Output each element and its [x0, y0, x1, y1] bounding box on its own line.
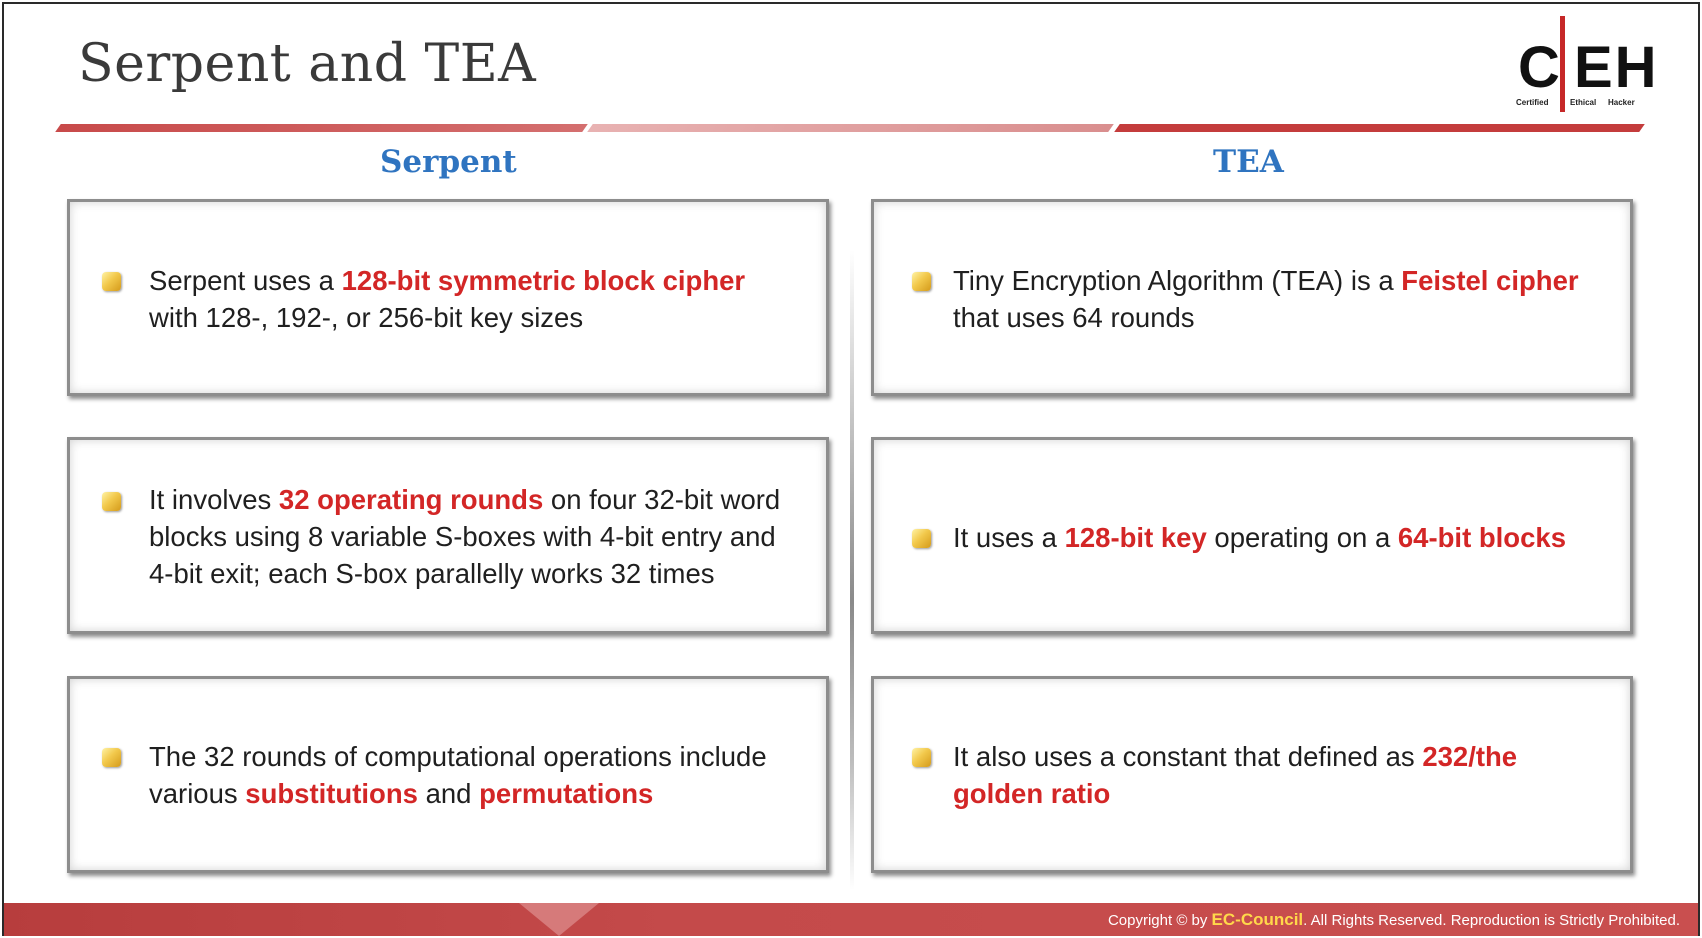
serpent-card-1: Serpent uses a 128-bit symmetric block c…	[67, 199, 829, 396]
logo-sub-hacker: Hacker	[1608, 98, 1635, 107]
serpent-card-2-text: It involves 32 operating rounds on four …	[149, 484, 781, 589]
bullet-icon	[912, 529, 931, 548]
tea-heading: TEA	[1213, 144, 1284, 180]
tea-card-2-text: It uses a 128-bit key operating on a 64-…	[953, 522, 1566, 553]
tea-card-1: Tiny Encryption Algorithm (TEA) is a Fei…	[871, 199, 1633, 396]
serpent-heading: Serpent	[380, 144, 517, 180]
column-divider	[850, 250, 854, 890]
logo-sub-ethical: Ethical	[1570, 98, 1597, 107]
bullet-icon	[102, 492, 121, 511]
logo-red-bar	[1560, 16, 1565, 112]
header-rule-middle	[587, 124, 1114, 132]
logo-eh: EH	[1574, 35, 1659, 100]
bullet-icon	[912, 748, 931, 767]
tea-card-1-text: Tiny Encryption Algorithm (TEA) is a Fei…	[953, 265, 1579, 333]
footer-bar: Copyright © by EC-Council. All Rights Re…	[4, 903, 1698, 936]
slide-title: Serpent and TEA	[78, 34, 537, 94]
footer-notch	[519, 903, 599, 936]
header-rule-left	[55, 124, 588, 132]
bullet-icon	[102, 748, 121, 767]
serpent-card-3-text: The 32 rounds of computational operation…	[149, 741, 767, 809]
bullet-icon	[102, 272, 121, 291]
copyright-text: Copyright © by EC-Council. All Rights Re…	[1107, 910, 1680, 929]
serpent-card-1-text: Serpent uses a 128-bit symmetric block c…	[149, 265, 746, 333]
bullet-icon	[912, 272, 931, 291]
logo-c: C	[1518, 35, 1562, 100]
tea-card-3-text: It also uses a constant that defined as …	[953, 741, 1518, 809]
tea-card-3: It also uses a constant that defined as …	[871, 676, 1633, 873]
serpent-card-3: The 32 rounds of computational operation…	[67, 676, 829, 873]
tea-card-2: It uses a 128-bit key operating on a 64-…	[871, 437, 1633, 634]
ceh-logo: C EH Certified Ethical Hacker	[1512, 14, 1657, 114]
ec-council-brand: EC-Council	[1211, 910, 1304, 929]
serpent-card-2: It involves 32 operating rounds on four …	[67, 437, 829, 634]
logo-sub-certified: Certified	[1516, 98, 1549, 107]
header-rule-right	[1114, 124, 1645, 132]
